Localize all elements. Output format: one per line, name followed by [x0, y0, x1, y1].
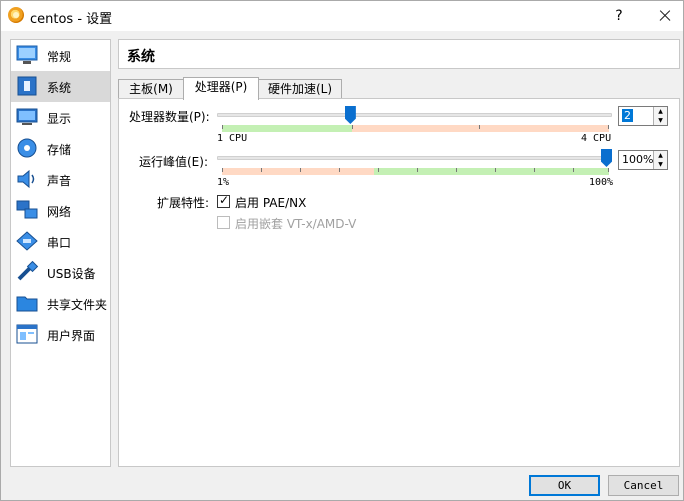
- cap-tick: [339, 168, 340, 172]
- execution-cap-slider-handle[interactable]: [601, 149, 612, 167]
- sidebar-item-general[interactable]: 常规: [11, 40, 110, 71]
- page-title: 系统: [127, 49, 155, 65]
- execution-cap-value[interactable]: 100%: [622, 153, 653, 166]
- cap-increment-icon[interactable]: ▲: [653, 151, 667, 160]
- user-interface-icon: [16, 324, 38, 344]
- execution-cap-slider-track[interactable]: [217, 156, 612, 160]
- check-icon: ✓: [219, 193, 230, 207]
- sidebar-item-network[interactable]: 网络: [11, 195, 110, 226]
- cpu-decrement-icon[interactable]: ▼: [653, 116, 667, 125]
- nested-vtx-checkbox[interactable]: [217, 216, 230, 229]
- processor-panel: 处理器数量(P): 1 CPU 4 CPU 2 ▲ ▼ 运行峰值(E): 1%: [118, 98, 680, 467]
- sidebar-item-label: 网络: [47, 205, 72, 219]
- serial-port-icon: [16, 231, 38, 251]
- sidebar-item-storage[interactable]: 存储: [11, 133, 110, 164]
- cap-tick: [573, 168, 574, 172]
- virtualbox-app-icon: [8, 7, 24, 23]
- sidebar-item-label: 显示: [47, 112, 72, 126]
- cpu-tick: [222, 125, 223, 129]
- window-title: centos - 设置: [30, 12, 113, 27]
- usb-icon: [17, 261, 39, 281]
- cap-tick: [495, 168, 496, 172]
- sidebar-item-audio[interactable]: 声音: [11, 164, 110, 195]
- sidebar-item-system[interactable]: 系统: [11, 71, 110, 102]
- settings-sidebar: 常规 系统 显示 存储 声音 网络 串口 USB设备 共享文件夹 用户界面: [10, 39, 111, 467]
- cap-tick: [378, 168, 379, 172]
- cpu-safe-range-bar: [222, 125, 352, 132]
- tab-motherboard[interactable]: 主板(M): [118, 79, 184, 99]
- pae-nx-label[interactable]: 启用 PAE/NX: [235, 194, 306, 211]
- cpu-tick: [479, 125, 480, 129]
- help-button[interactable]: ?: [607, 6, 631, 26]
- sidebar-item-serial-port[interactable]: 串口: [11, 226, 110, 257]
- close-icon[interactable]: [653, 5, 677, 27]
- network-icon: [16, 200, 38, 219]
- cpu-count-slider-handle[interactable]: [344, 106, 356, 124]
- cpu-count-value[interactable]: 2: [622, 109, 633, 122]
- section-header: 系统: [118, 39, 680, 69]
- shared-folder-icon: [16, 296, 38, 312]
- audio-icon: [17, 169, 35, 189]
- pae-nx-checkbox[interactable]: ✓: [217, 193, 230, 208]
- cpu-count-spinbox[interactable]: 2 ▲ ▼: [618, 106, 668, 126]
- title-bar: centos - 设置 ?: [1, 1, 683, 31]
- sidebar-item-label: 存储: [47, 143, 72, 157]
- cpu-count-label: 处理器数量(P):: [129, 110, 210, 124]
- cap-decrement-icon[interactable]: ▼: [653, 160, 667, 169]
- storage-icon: [17, 138, 37, 158]
- sidebar-item-display[interactable]: 显示: [11, 102, 110, 133]
- system-icon: [17, 76, 37, 96]
- cancel-button[interactable]: Cancel: [608, 475, 679, 496]
- execution-cap-spinbox[interactable]: 100% ▲ ▼: [618, 150, 668, 170]
- display-icon: [16, 108, 38, 125]
- cap-tick: [608, 168, 609, 172]
- cap-tick: [417, 168, 418, 172]
- settings-window: centos - 设置 ? 常规 系统 显示 存储 声音 网络 串口 USB设备…: [0, 0, 684, 501]
- cap-tick: [300, 168, 301, 172]
- sidebar-item-label: 用户界面: [47, 329, 96, 343]
- cap-tick: [456, 168, 457, 172]
- general-icon: [16, 45, 38, 64]
- cap-tick: [261, 168, 262, 172]
- nested-vtx-label[interactable]: 启用嵌套 VT-x/AMD-V: [235, 215, 356, 232]
- cpu-increment-icon[interactable]: ▲: [653, 107, 667, 116]
- sidebar-item-label: 系统: [47, 81, 72, 95]
- cap-max-label: 100%: [589, 177, 614, 188]
- cpu-tick: [608, 125, 609, 129]
- cpu-tick: [352, 125, 353, 129]
- tab-processor[interactable]: 处理器(P): [183, 77, 259, 100]
- cpu-overcommit-range-bar: [352, 125, 609, 132]
- sidebar-item-label: 共享文件夹: [47, 298, 108, 312]
- ok-button[interactable]: OK: [529, 475, 600, 496]
- cpu-max-label: 4 CPU: [581, 133, 612, 144]
- execution-cap-label: 运行峰值(E):: [139, 155, 208, 169]
- sidebar-item-label: USB设备: [47, 267, 96, 281]
- extended-features-label: 扩展特性:: [157, 196, 210, 210]
- sidebar-item-user-interface[interactable]: 用户界面: [11, 319, 110, 350]
- sidebar-item-label: 串口: [47, 236, 72, 250]
- sidebar-item-label: 声音: [47, 174, 72, 188]
- sidebar-item-shared-folders[interactable]: 共享文件夹: [11, 288, 110, 319]
- cap-min-label: 1%: [217, 177, 230, 188]
- sidebar-item-label: 常规: [47, 50, 72, 64]
- cap-low-range-bar: [222, 168, 374, 175]
- cap-tick: [222, 168, 223, 172]
- sidebar-item-usb[interactable]: USB设备: [11, 257, 110, 288]
- cpu-min-label: 1 CPU: [217, 133, 248, 144]
- cpu-count-slider-track[interactable]: [217, 113, 612, 117]
- tab-acceleration[interactable]: 硬件加速(L): [258, 79, 342, 99]
- cap-tick: [534, 168, 535, 172]
